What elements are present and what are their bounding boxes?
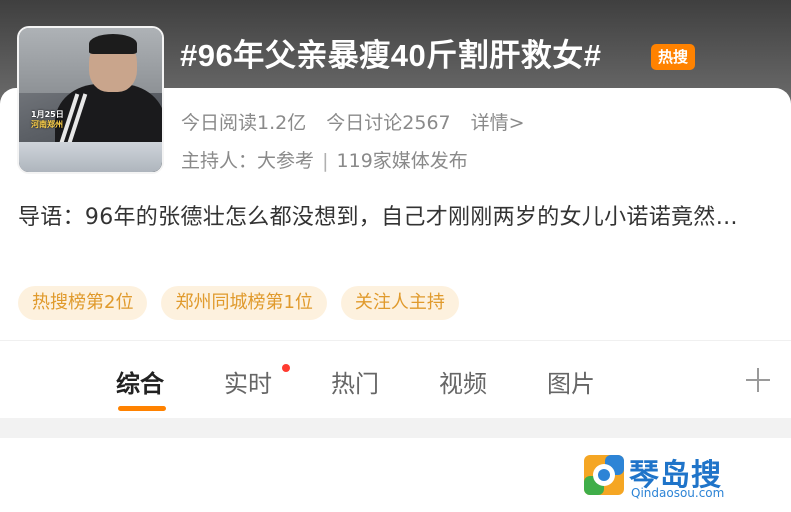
tag-hot-rank[interactable]: 热搜榜第2位: [18, 286, 148, 320]
host-name[interactable]: 大参考: [257, 150, 314, 172]
topic-intro[interactable]: 导语：96年的张德壮怎么都没想到，自己才刚刚两岁的女儿小诺诺竟然…: [18, 198, 778, 237]
divider: [0, 340, 791, 341]
watermark-logo-icon: [584, 455, 624, 495]
thumbnail-caption-date: 1月25日: [31, 110, 64, 119]
active-tab-indicator: [118, 406, 166, 411]
topic-title: #96年父亲暴瘦40斤割肝救女#: [180, 38, 602, 73]
host-label: 主持人：: [181, 150, 258, 172]
tab-images[interactable]: 图片: [547, 364, 595, 399]
topic-tags: 热搜榜第2位 郑州同城榜第1位 关注人主持: [18, 286, 459, 320]
topic-stats: 今日阅读1.2亿 今日讨论2567 详情>: [181, 108, 539, 135]
tab-hot[interactable]: 热门: [331, 364, 379, 399]
details-link[interactable]: 详情>: [471, 112, 525, 134]
hot-search-badge: 热搜: [651, 44, 696, 70]
read-count: 今日阅读1.2亿: [181, 112, 307, 134]
tag-city-rank[interactable]: 郑州同城榜第1位: [161, 286, 327, 320]
tab-realtime[interactable]: 实时: [224, 364, 272, 399]
plus-icon[interactable]: [744, 366, 772, 394]
tab-video[interactable]: 视频: [439, 364, 487, 399]
discussion-count: 今日讨论2567: [326, 112, 451, 134]
thumbnail-caption: 1月25日 河南郑州: [31, 110, 64, 130]
section-separator: [0, 418, 791, 438]
realtime-notification-dot: [282, 364, 290, 372]
host-info: 主持人：大参考 | 119家媒体发布: [181, 146, 468, 173]
host-separator: |: [322, 150, 329, 172]
media-count[interactable]: 119家媒体发布: [337, 150, 468, 172]
watermark-url: Qindaosou.com: [631, 486, 725, 500]
watermark: 琴岛搜 Qindaosou.com: [583, 450, 743, 502]
tab-comprehensive[interactable]: 综合: [116, 364, 164, 399]
thumbnail-caption-location: 河南郑州: [31, 120, 63, 129]
feed-tabs: 综合 实时 热门 视频 图片: [0, 356, 791, 412]
tag-followed-host[interactable]: 关注人主持: [340, 286, 459, 320]
topic-thumbnail[interactable]: 1月25日 河南郑州: [17, 26, 164, 174]
